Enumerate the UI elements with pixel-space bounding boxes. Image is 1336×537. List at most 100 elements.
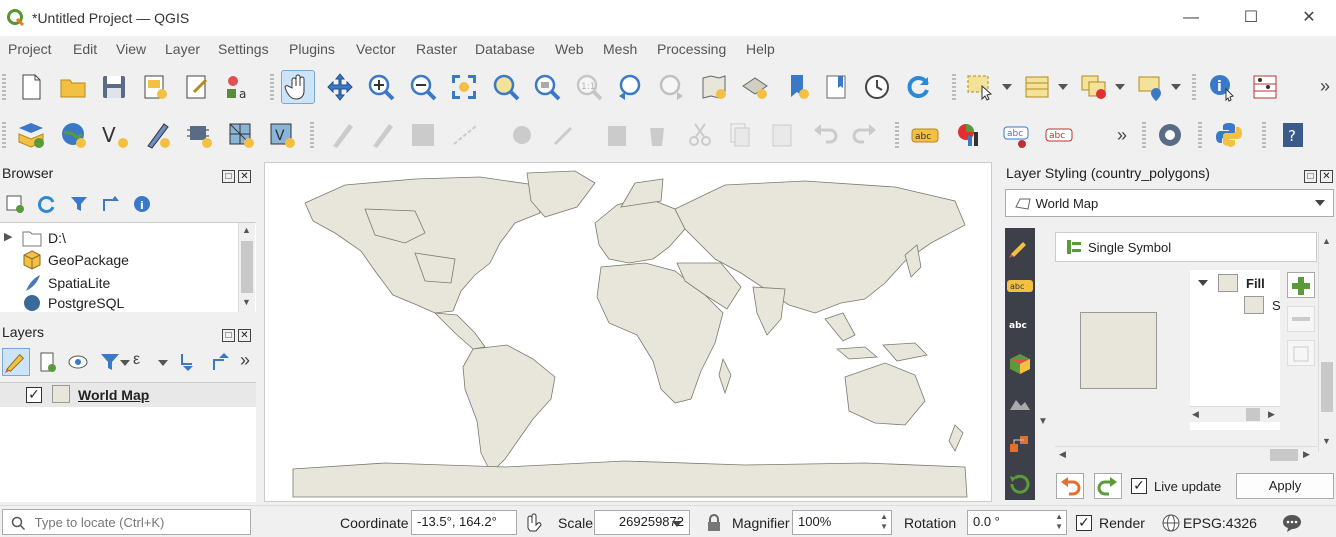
zoom-full-icon[interactable] — [447, 70, 481, 104]
menu-help[interactable]: Help — [746, 41, 775, 57]
add-group-icon[interactable] — [37, 351, 57, 373]
layer-labeling-options-icon[interactable]: abc — [908, 118, 942, 152]
tab-3d-view-icon[interactable] — [1008, 352, 1032, 376]
messages-icon[interactable] — [1281, 513, 1303, 533]
collapse-arrow-icon[interactable] — [1198, 280, 1208, 286]
fill-label[interactable]: Fill — [1246, 276, 1265, 291]
toolbar-overflow-icon[interactable]: » — [240, 350, 250, 371]
vertex-tool-icon[interactable] — [505, 118, 539, 152]
modify-attributes-icon[interactable] — [547, 118, 581, 152]
coordinate-field[interactable]: -13.5°, 164.2° — [411, 510, 517, 535]
select-by-location-icon[interactable] — [1134, 70, 1168, 104]
spin-down-icon[interactable]: ▼ — [1055, 522, 1063, 531]
temporal-controller-icon[interactable] — [860, 70, 894, 104]
lock-scale-icon[interactable] — [706, 514, 722, 532]
toolbar-overflow-icon[interactable]: » — [1117, 125, 1127, 146]
menu-processing[interactable]: Processing — [657, 41, 726, 57]
tab-terrain-icon[interactable] — [1008, 392, 1032, 416]
new-project-icon[interactable] — [14, 70, 48, 104]
scale-dropdown-icon[interactable] — [672, 521, 682, 527]
spin-up-icon[interactable]: ▲ — [880, 512, 888, 521]
new-mesh-layer-icon[interactable] — [224, 118, 258, 152]
redo-icon[interactable] — [848, 118, 882, 152]
menu-project[interactable]: Project — [8, 41, 52, 57]
delete-icon[interactable] — [640, 118, 674, 152]
browser-item-spatialite[interactable]: SpatiaLite — [0, 272, 236, 294]
menu-mesh[interactable]: Mesh — [603, 41, 637, 57]
tab-masks-icon[interactable]: abc — [1006, 314, 1034, 334]
digitize-line-icon[interactable] — [448, 118, 482, 152]
crs-globe-icon[interactable] — [1162, 514, 1180, 532]
new-3d-map-view-icon[interactable] — [738, 70, 772, 104]
filter-expression-icon[interactable]: ε — [133, 351, 153, 373]
locator-search[interactable]: Type to locate (Ctrl+K) — [2, 509, 251, 535]
identify-features-icon[interactable]: i — [1205, 70, 1239, 104]
zoom-to-layer-icon[interactable] — [530, 70, 564, 104]
simple-fill-label[interactable]: S — [1272, 298, 1281, 313]
filter-browser-icon[interactable] — [69, 194, 89, 214]
save-edits-icon[interactable] — [406, 118, 440, 152]
deselect-features-icon[interactable] — [1077, 70, 1111, 104]
show-bookmarks-icon[interactable] — [819, 70, 853, 104]
zoom-to-selection-icon[interactable] — [489, 70, 523, 104]
zoom-in-icon[interactable] — [364, 70, 398, 104]
toggle-extents-icon[interactable] — [522, 512, 542, 532]
pan-to-selection-icon[interactable] — [323, 70, 357, 104]
layers-panel-controls[interactable]: □ ✕ — [222, 325, 256, 342]
map-canvas[interactable] — [264, 162, 992, 502]
layer-visibility-checkbox[interactable]: ✓ — [26, 387, 42, 403]
new-map-view-icon[interactable] — [697, 70, 731, 104]
new-print-layout-icon[interactable] — [138, 70, 172, 104]
browser-panel-controls[interactable]: □ ✕ — [222, 166, 256, 183]
new-temporary-layer-icon[interactable] — [140, 118, 174, 152]
expand-arrow-icon[interactable]: ▶ — [4, 230, 12, 243]
layout-manager-icon[interactable] — [180, 70, 214, 104]
open-layer-styling-icon[interactable] — [2, 348, 30, 376]
properties-info-icon[interactable]: i — [132, 194, 152, 214]
browser-item-postgresql[interactable]: PostgreSQL — [0, 294, 236, 312]
remove-symbol-layer-button[interactable] — [1287, 306, 1315, 332]
renderer-select[interactable]: Single Symbol — [1055, 232, 1317, 262]
close-button[interactable]: ✕ — [1294, 6, 1324, 30]
tab-rendering-icon[interactable] — [1008, 432, 1032, 456]
refresh-browser-icon[interactable] — [37, 194, 57, 214]
toggle-editing-icon[interactable] — [365, 118, 399, 152]
menu-edit[interactable]: Edit — [73, 41, 97, 57]
layer-select-dropdown[interactable]: World Map — [1005, 189, 1334, 217]
styling-vscroll[interactable]: ▲ ▼ — [1318, 232, 1335, 452]
tab-symbology-icon[interactable] — [1008, 236, 1032, 260]
browser-scrollbar[interactable]: ▲ ▼ — [238, 223, 255, 312]
python-console-icon[interactable] — [1212, 118, 1246, 152]
collapse-all-icon[interactable] — [101, 194, 121, 214]
add-symbol-layer-button[interactable] — [1287, 272, 1315, 298]
filter-legend-icon[interactable] — [100, 351, 120, 373]
expand-all-icon[interactable] — [178, 351, 198, 373]
minimize-button[interactable]: — — [1176, 6, 1206, 30]
highlight-pinned-labels-icon[interactable]: abc — [1000, 118, 1034, 152]
tab-history-icon[interactable] — [1008, 472, 1032, 494]
menu-view[interactable]: View — [116, 41, 146, 57]
show-hide-labels-icon[interactable]: abc — [1042, 118, 1076, 152]
attribute-table-icon[interactable] — [1020, 70, 1054, 104]
collapse-all-layers-icon[interactable] — [210, 351, 230, 373]
new-virtual-layer-icon[interactable] — [182, 118, 216, 152]
add-geopackage-layer-icon[interactable] — [56, 118, 90, 152]
copy-features-icon[interactable] — [723, 118, 757, 152]
symbol-tree-hscroll[interactable]: ◀ ▶ — [1190, 406, 1280, 422]
data-source-manager-icon[interactable] — [14, 118, 48, 152]
tabs-scroll-down-icon[interactable]: ▼ — [1038, 416, 1048, 427]
redo-style-button[interactable] — [1094, 473, 1122, 499]
spin-up-icon[interactable]: ▲ — [1055, 512, 1063, 521]
add-selected-layers-icon[interactable] — [5, 194, 25, 214]
delete-selected-icon[interactable] — [600, 118, 634, 152]
save-project-icon[interactable] — [97, 70, 131, 104]
statistical-summary-icon[interactable] — [1248, 70, 1282, 104]
live-update-checkbox[interactable]: ✓ — [1131, 478, 1147, 494]
paste-features-icon[interactable] — [765, 118, 799, 152]
new-shapefile-layer-icon[interactable]: V — [98, 118, 132, 152]
menu-web[interactable]: Web — [555, 41, 584, 57]
menu-vector[interactable]: Vector — [356, 41, 396, 57]
magnifier-spinbox[interactable]: 100% ▲ ▼ — [792, 510, 892, 535]
duplicate-symbol-layer-button[interactable] — [1287, 340, 1315, 366]
crs-label[interactable]: EPSG:4326 — [1183, 515, 1257, 531]
